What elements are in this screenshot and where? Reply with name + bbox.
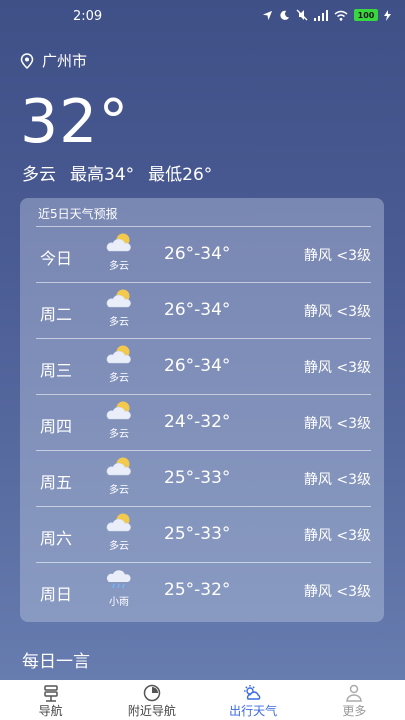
partly-cloudy-icon [106, 401, 131, 420]
forecast-row: 今日多云 26°-34° 静风 <3级 [36, 226, 371, 283]
status-time: 2:09 [73, 9, 103, 24]
forecast-condition: 多云 [109, 485, 129, 496]
tab-bar: 导航 附近导航 出行天气 更多 [0, 680, 405, 720]
daily-quote-heading: 每日一言 [22, 652, 90, 672]
forecast-wind: 静风 <3级 [303, 416, 371, 432]
forecast-condition: 多云 [109, 373, 129, 384]
partly-cloudy-icon [106, 345, 131, 364]
forecast-day: 今日 [40, 249, 73, 268]
forecast-day: 周六 [40, 529, 73, 548]
forecast-row: 周三多云 26°-34° 静风 <3级 [36, 338, 371, 395]
forecast-condition: 小雨 [109, 597, 129, 608]
forecast-row: 周二多云 26°-34° 静风 <3级 [36, 282, 371, 339]
forecast-condition: 多云 [109, 429, 129, 440]
current-low: 最低26° [148, 165, 213, 185]
partly-cloudy-icon [106, 233, 131, 252]
current-condition: 多云 [22, 165, 56, 185]
forecast-day: 周二 [40, 305, 73, 324]
forecast-card: 近5日天气预报 今日 多云 26°-34° 静风 <3级 周二 多云 26°-34° 静风 <… [20, 198, 384, 622]
forecast-condition: 多云 [109, 541, 129, 552]
forecast-title: 近5日天气预报 [38, 207, 118, 221]
current-high: 最高34° [70, 165, 135, 185]
forecast-temp-range: 26°-34° [164, 244, 231, 264]
tab-label-weather: 出行天气 [229, 704, 278, 718]
mute-icon [296, 9, 308, 21]
moon-icon [280, 10, 290, 20]
wifi-icon [334, 10, 348, 21]
tab-label-navigation: 导航 [38, 704, 63, 718]
tab-label-more: 更多 [342, 704, 367, 718]
forecast-wind: 静风 <3级 [303, 304, 371, 320]
forecast-condition: 多云 [109, 317, 129, 328]
forecast-row: 周六多云 25°-33° 静风 <3级 [36, 506, 371, 563]
location-arrow-icon [262, 10, 273, 20]
signal-icon [314, 9, 328, 21]
forecast-temp-range: 26°-34° [164, 356, 231, 376]
forecast-temp-range: 26°-34° [164, 300, 231, 320]
current-temperature: 32° [20, 87, 130, 157]
city-name: 广州市 [42, 52, 88, 70]
tab-weather[interactable]: 出行天气 [203, 680, 304, 720]
tab-navigation[interactable]: 导航 [0, 680, 101, 720]
forecast-temp-range: 25°-33° [164, 524, 231, 544]
forecast-temp-range: 25°-32° [164, 580, 231, 600]
current-summary: 多云 最高34° 最低26° [22, 160, 212, 185]
forecast-wind: 静风 <3级 [303, 472, 371, 488]
partly-cloudy-icon [106, 289, 131, 308]
forecast-row: 周四多云 24°-32° 静风 <3级 [36, 394, 371, 451]
forecast-day: 周三 [40, 361, 73, 380]
tab-nearby[interactable]: 附近导航 [101, 680, 202, 720]
forecast-wind: 静风 <3级 [303, 528, 371, 544]
forecast-temp-range: 25°-33° [164, 468, 231, 488]
forecast-day: 周五 [40, 473, 73, 492]
forecast-day: 周日 [40, 585, 73, 604]
status-bar: 2:09 100 [0, 0, 405, 34]
tab-label-nearby: 附近导航 [127, 704, 176, 718]
forecast-wind: 静风 <3级 [303, 248, 371, 264]
light-rain-icon [106, 570, 131, 589]
location[interactable]: 广州市 [20, 50, 87, 71]
partly-cloudy-icon [106, 513, 131, 532]
charging-icon [384, 9, 391, 21]
forecast-wind: 静风 <3级 [303, 360, 371, 376]
weather-icon [244, 685, 261, 700]
status-icons: 100 [262, 9, 391, 21]
nearby-icon [143, 684, 161, 702]
forecast-condition: 多云 [109, 261, 129, 272]
battery-indicator: 100 [354, 9, 378, 21]
forecast-row: 周日小雨 25°-32° 静风 <3级 [36, 562, 371, 619]
profile-icon [346, 684, 363, 702]
forecast-day: 周四 [40, 417, 73, 436]
tab-more[interactable]: 更多 [304, 680, 405, 720]
forecast-row: 周五多云 25°-33° 静风 <3级 [36, 450, 371, 507]
partly-cloudy-icon [106, 457, 131, 476]
location-pin-icon [20, 52, 34, 69]
forecast-temp-range: 24°-32° [164, 412, 231, 432]
navigation-icon [43, 685, 58, 702]
forecast-wind: 静风 <3级 [303, 584, 371, 600]
